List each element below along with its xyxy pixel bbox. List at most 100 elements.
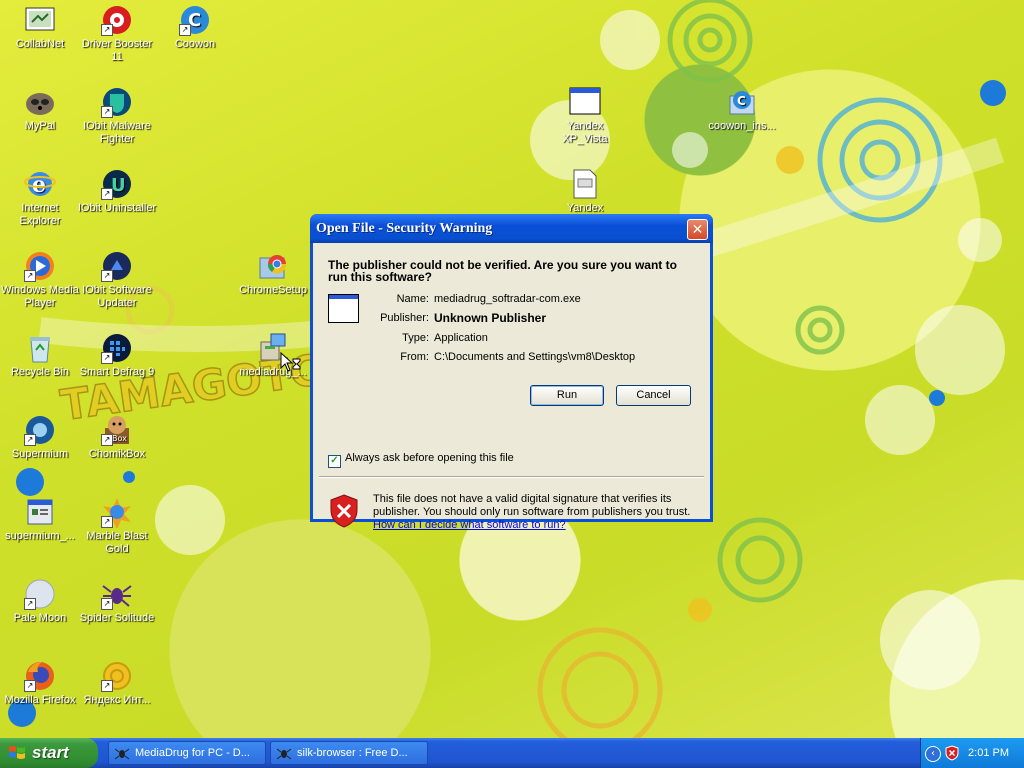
- name-label: Name:: [396, 293, 429, 305]
- close-button[interactable]: ✕: [687, 219, 708, 240]
- desktop-icon-supermium[interactable]: ↗ Supermium: [0, 414, 80, 461]
- desktop-icon-label: MyPal: [24, 120, 56, 132]
- desktop-icon-mypal[interactable]: MyPal: [0, 86, 80, 133]
- desktop-icon-label: Supermium: [11, 448, 69, 460]
- close-icon: ✕: [691, 222, 704, 238]
- driver-booster-icon: ↗: [101, 4, 133, 36]
- desktop-icon-label: mediadrug_...: [239, 366, 307, 378]
- supermium-icon: ↗: [24, 414, 56, 446]
- svg-text:U: U: [111, 175, 126, 196]
- desktop-icon-driver-booster[interactable]: ↗ Driver Booster 11: [77, 4, 157, 64]
- desktop-icon-label: Яндекс Инт...: [83, 694, 151, 706]
- recycle-bin-icon: [24, 332, 56, 364]
- spider-icon: [115, 748, 129, 760]
- taskbar-item-silk-browser[interactable]: silk-browser : Free D...: [270, 741, 428, 765]
- desktop-icon-label: Internet Explorer: [19, 202, 61, 227]
- desktop-icon-supermium-installer[interactable]: supermium_...: [0, 496, 80, 543]
- desktop-icon-label: CollabNet: [15, 38, 65, 50]
- dialog-titlebar[interactable]: Open File - Security Warning ✕: [310, 214, 713, 243]
- publisher-label: Publisher:: [380, 312, 429, 324]
- desktop-icon-label: Pale Moon: [13, 612, 67, 624]
- chromesetup-icon: [257, 250, 289, 282]
- desktop: TAMAGOTCHI CollabNet ↗ Driver Booster 11…: [0, 0, 1024, 738]
- desktop-icon-chromesetup[interactable]: ChromeSetup: [233, 250, 313, 297]
- desktop-icon-label: Yandex XP_Vista: [562, 120, 608, 145]
- taskbar-item-label: MediaDrug for PC - D...: [135, 747, 250, 759]
- publisher-label-cell: Publisher:: [349, 312, 429, 326]
- desktop-icon-collabnet[interactable]: CollabNet: [0, 4, 80, 51]
- desktop-icon-label: Mozilla Firefox: [4, 694, 76, 706]
- smart-defrag-icon: ↗: [101, 332, 133, 364]
- desktop-icon-mediadrug[interactable]: mediadrug_...: [233, 332, 313, 379]
- desktop-icon-pale-moon[interactable]: ↗ Pale Moon: [0, 578, 80, 625]
- always-ask-checkbox-row[interactable]: ✓ Always ask before opening this file: [328, 452, 514, 468]
- chomikbox-icon: Box ↗: [101, 414, 133, 446]
- desktop-icon-iobit-software-updater[interactable]: ↗ IObit Software Updater: [77, 250, 157, 310]
- security-warning-dialog: Open File - Security Warning ✕ The publi…: [310, 214, 713, 531]
- divider: [319, 476, 704, 478]
- desktop-icon-label: Recycle Bin: [10, 366, 70, 378]
- desktop-icon-iobit-uninstaller[interactable]: U ↗ IObit Uninstaller: [77, 168, 157, 215]
- svg-text:Box: Box: [112, 434, 127, 443]
- desktop-icon-mozilla-firefox[interactable]: ↗ Mozilla Firefox: [0, 660, 80, 707]
- desktop-icon-label: Coowon: [174, 38, 216, 50]
- system-tray: ‹ 2:01 PM: [920, 738, 1024, 768]
- desktop-icon-yandex[interactable]: Yandex: [545, 168, 625, 215]
- from-label: From:: [400, 351, 429, 363]
- warning-text: This file does not have a valid digital …: [373, 493, 691, 518]
- document-icon: [569, 168, 601, 200]
- warning-message: This file does not have a valid digital …: [373, 493, 693, 532]
- type-label: Type:: [402, 332, 429, 344]
- desktop-icon-chomikbox[interactable]: Box ↗ ChomikBox: [77, 414, 157, 461]
- desktop-icon-smart-defrag[interactable]: ↗ Smart Defrag 9: [77, 332, 157, 379]
- taskbar-item-mediadrug[interactable]: MediaDrug for PC - D...: [108, 741, 266, 765]
- spider-icon: [277, 748, 291, 760]
- desktop-icon-label: Driver Booster 11: [81, 38, 153, 63]
- name-label-cell: Name:: [349, 293, 429, 307]
- coowon-icon: C ↗: [179, 4, 211, 36]
- security-alert-shield-icon[interactable]: [945, 745, 959, 761]
- desktop-icon-recycle-bin[interactable]: Recycle Bin: [0, 332, 80, 379]
- iobit-malware-fighter-icon: ↗: [101, 86, 133, 118]
- run-button[interactable]: Run: [530, 385, 604, 406]
- publisher-question: The publisher could not be verified. Are…: [328, 258, 677, 284]
- desktop-icon-label: ChomikBox: [88, 448, 146, 460]
- start-label: start: [32, 743, 69, 762]
- clock[interactable]: 2:01 PM: [968, 738, 1009, 768]
- window-icon: [569, 86, 601, 118]
- desktop-icon-internet-explorer[interactable]: e Internet Explorer: [0, 168, 80, 228]
- desktop-icon-spider-solitude[interactable]: ↗ Spider Solitude: [77, 578, 157, 625]
- desktop-icon-iobit-malware-fighter[interactable]: ↗ IObit Malware Fighter: [77, 86, 157, 146]
- taskbar: start MediaDrug for PC - D... silk-brows…: [0, 738, 1024, 768]
- desktop-icon-label: Smart Defrag 9: [79, 366, 155, 378]
- desktop-icon-marble-blast-gold[interactable]: ↗ Marble Blast Gold: [77, 496, 157, 556]
- desktop-icon-label: IObit Malware Fighter: [83, 120, 151, 145]
- collabnet-icon: [24, 4, 56, 36]
- start-button[interactable]: start: [0, 738, 98, 768]
- always-ask-checkbox[interactable]: ✓: [328, 455, 341, 468]
- firefox-icon: ↗: [24, 660, 56, 692]
- always-ask-label: Always ask before opening this file: [345, 452, 514, 464]
- installer-icon: [24, 496, 56, 528]
- marble-blast-icon: ↗: [101, 496, 133, 530]
- from-value: C:\Documents and Settings\vm8\Desktop: [434, 351, 636, 363]
- yandex-browser-icon: ↗: [101, 660, 133, 692]
- help-link[interactable]: How can I decide what software to run?: [373, 519, 566, 531]
- desktop-icon-label: coowon_ins...: [708, 120, 776, 132]
- desktop-icon-windows-media-player[interactable]: ↗ Windows Media Player: [0, 250, 80, 310]
- desktop-icon-label: Windows Media Player: [1, 284, 79, 309]
- cancel-button[interactable]: Cancel: [616, 385, 691, 406]
- dialog-body: The publisher could not be verified. Are…: [313, 243, 710, 531]
- desktop-icon-coowon[interactable]: C ↗ Coowon: [155, 4, 235, 51]
- type-value: Application: [434, 332, 488, 344]
- installer-icon: [257, 332, 289, 364]
- desktop-icon-yandex-xp-vista[interactable]: Yandex XP_Vista: [545, 86, 625, 146]
- desktop-icon-label: ChromeSetup: [239, 284, 307, 296]
- svg-text:e: e: [32, 172, 46, 198]
- windows-media-player-icon: ↗: [24, 250, 56, 282]
- svg-text:C: C: [737, 94, 746, 108]
- type-label-cell: Type:: [349, 332, 429, 346]
- tray-expand-chevron-icon[interactable]: ‹: [925, 746, 941, 762]
- desktop-icon-yandex-internet[interactable]: ↗ Яндекс Инт...: [77, 660, 157, 707]
- desktop-icon-coowon-installer[interactable]: C coowon_ins...: [702, 86, 782, 133]
